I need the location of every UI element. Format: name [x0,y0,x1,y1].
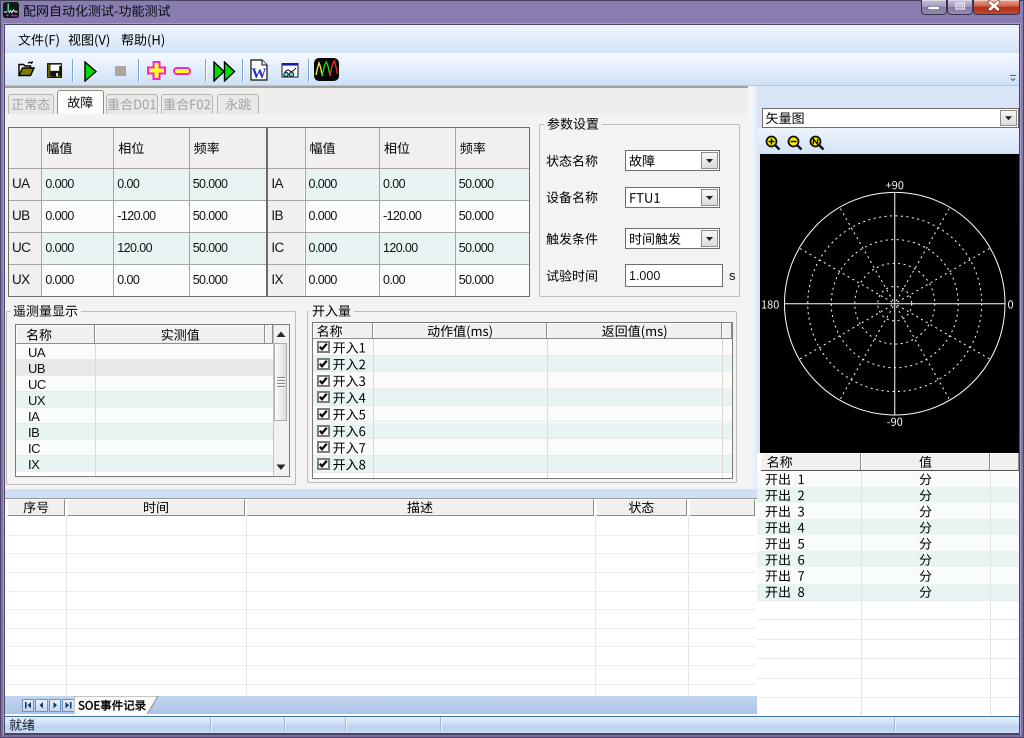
svg-text:W: W [252,66,267,81]
